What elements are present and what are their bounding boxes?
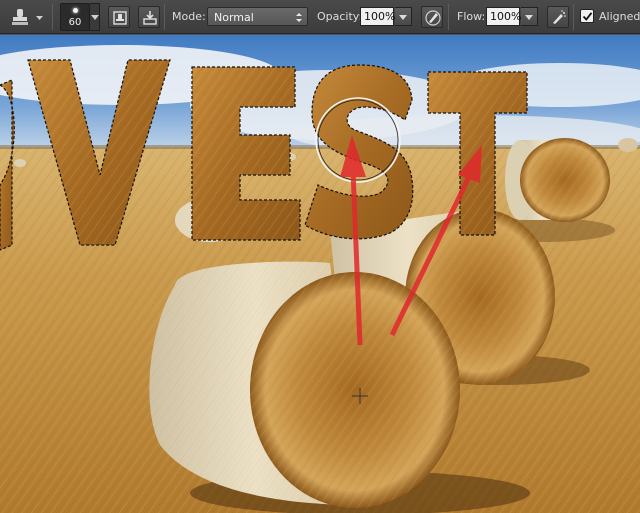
divider (573, 4, 574, 30)
mode-label: Mode: (172, 10, 206, 23)
mode-value: Normal (214, 11, 254, 24)
checkmark-icon (582, 12, 593, 21)
mode-select[interactable]: Normal (207, 7, 308, 26)
brush-preset-picker[interactable]: 60 (60, 3, 90, 31)
opacity-input[interactable]: 100% (360, 7, 395, 26)
divider (448, 4, 449, 30)
aligned-label: Aligned (599, 10, 640, 23)
canvas-image (0, 35, 640, 513)
divider (52, 4, 53, 30)
pressure-opacity-button[interactable] (421, 6, 443, 28)
brush-preset-dropdown[interactable] (90, 3, 100, 31)
aligned-checkbox[interactable] (580, 9, 594, 23)
clone-source-panel-button[interactable] (108, 6, 130, 28)
divider (164, 4, 165, 30)
document-canvas[interactable] (0, 35, 640, 513)
brush-size-value: 60 (68, 17, 82, 28)
clone-stamp-icon[interactable] (8, 6, 32, 28)
chevron-down-icon (525, 15, 533, 20)
clone-source-panel-icon (113, 11, 127, 25)
brush-panel-icon (143, 11, 157, 25)
airbrush-icon (553, 10, 566, 24)
flow-input[interactable]: 100% (486, 7, 521, 26)
opacity-slider-toggle[interactable] (395, 7, 412, 26)
chevron-down-icon (399, 15, 407, 20)
airbrush-button[interactable] (547, 6, 569, 28)
chevron-updown-icon (296, 13, 302, 22)
flow-slider-toggle[interactable] (521, 7, 538, 26)
flow-label: Flow: (457, 10, 486, 23)
pen-pressure-opacity-icon (425, 10, 441, 26)
brush-panel-button[interactable] (138, 6, 160, 28)
tool-preset-dropdown[interactable] (35, 12, 44, 20)
opacity-label: Opacity: (317, 10, 363, 23)
brush-tip-icon (73, 8, 78, 13)
options-bar: 60 Mode: Normal Opacity: 100% Flow: 100%… (0, 0, 640, 34)
